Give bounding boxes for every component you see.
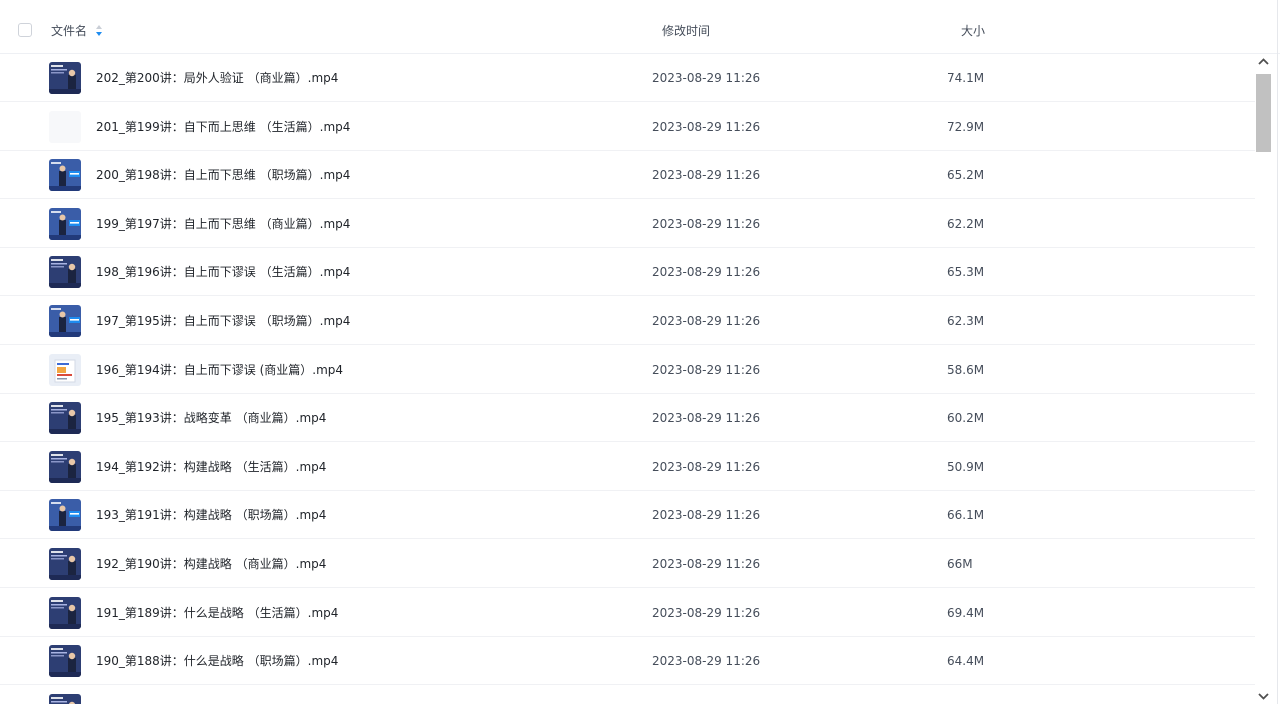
file-modified-time: 2023-08-29 11:26	[652, 168, 761, 183]
file-row[interactable]: 191_第189讲：什么是战略 （生活篇）.mp4 2023-08-29 11:2…	[0, 589, 1255, 637]
file-modified-time: 2023-08-29 11:26	[652, 605, 761, 620]
file-list: 202_第200讲：局外人验证 （商业篇）.mp4 2023-08-29 11:2…	[0, 54, 1255, 704]
file-modified-time: 2023-08-29 11:26	[652, 654, 761, 669]
file-size: 58.6M	[947, 362, 985, 377]
file-row[interactable]: 193_第191讲：构建战略 （职场篇）.mp4 2023-08-29 11:26…	[0, 491, 1255, 540]
file-size: 74.1M	[947, 71, 985, 85]
video-thumbnail[interactable]	[49, 548, 81, 580]
file-modified-time: 2023-08-29 11:26	[652, 362, 761, 377]
sort-icon[interactable]	[94, 23, 104, 39]
video-thumbnail[interactable]	[49, 110, 81, 143]
file-name[interactable]: 201_第199讲：自下而上思维 （生活篇）.mp4	[96, 119, 350, 135]
column-header-size[interactable]: 大小	[961, 23, 985, 39]
video-thumbnail[interactable]	[49, 645, 81, 678]
file-name[interactable]: 200_第198讲：自上而下思维 （职场篇）.mp4	[96, 167, 350, 183]
file-size: 60.2M	[947, 411, 985, 426]
vertical-scrollbar[interactable]	[1255, 54, 1272, 704]
file-row[interactable]: 200_第198讲：自上而下思维 （职场篇）.mp4 2023-08-29 11:…	[0, 151, 1255, 200]
file-name[interactable]: 192_第190讲：构建战略 （商业篇）.mp4	[96, 556, 326, 572]
chevron-down-icon[interactable]	[1255, 688, 1272, 704]
chevron-up-icon[interactable]	[1255, 54, 1272, 70]
file-name[interactable]: 198_第196讲：自上而下谬误 （生活篇）.mp4	[96, 264, 350, 280]
file-size: 65.3M	[947, 265, 985, 280]
video-thumbnail[interactable]	[49, 402, 81, 435]
file-name[interactable]: 193_第191讲：构建战略 （职场篇）.mp4	[96, 507, 326, 523]
video-thumbnail[interactable]	[49, 256, 81, 289]
file-row[interactable]: 196_第194讲：自上而下谬误 (商业篇）.mp4 2023-08-29 11:…	[0, 346, 1255, 394]
file-modified-time: 2023-08-29 11:26	[652, 411, 761, 426]
file-name[interactable]: 190_第188讲：什么是战略 （职场篇）.mp4	[96, 653, 338, 669]
file-modified-time: 2023-08-29 11:26	[652, 557, 761, 571]
file-size: 72.9M	[947, 119, 985, 134]
column-header-name[interactable]: 文件名	[51, 23, 87, 39]
video-thumbnail[interactable]	[49, 305, 81, 337]
file-row[interactable]: 197_第195讲：自上而下谬误 （职场篇）.mp4 2023-08-29 11:…	[0, 297, 1255, 345]
video-thumbnail[interactable]	[49, 62, 81, 94]
file-modified-time: 2023-08-29 11:26	[652, 508, 761, 523]
select-all-checkbox[interactable]	[18, 23, 32, 37]
file-name[interactable]: 199_第197讲：自上而下思维 （商业篇）.mp4	[96, 216, 350, 232]
file-modified-time: 2023-08-29 11:26	[652, 71, 761, 85]
file-modified-time: 2023-08-29 11:26	[652, 119, 761, 134]
column-header-modified[interactable]: 修改时间	[662, 23, 710, 39]
file-name[interactable]: 195_第193讲：战略变革 （商业篇）.mp4	[96, 410, 326, 426]
file-size: 69.4M	[947, 605, 985, 620]
file-row[interactable]: 195_第193讲：战略变革 （商业篇）.mp4 2023-08-29 11:26…	[0, 394, 1255, 443]
scroll-thumb[interactable]	[1256, 74, 1271, 152]
video-thumbnail[interactable]	[49, 450, 81, 483]
file-size: 66M	[947, 557, 973, 571]
file-list-header: 文件名 修改时间 大小	[0, 0, 1280, 54]
video-thumbnail[interactable]	[49, 596, 81, 629]
video-thumbnail[interactable]	[49, 499, 81, 532]
file-name[interactable]: 197_第195讲：自上而下谬误 （职场篇）.mp4	[96, 313, 350, 329]
file-size: 64.4M	[947, 654, 985, 669]
file-modified-time: 2023-08-29 11:26	[652, 314, 761, 328]
file-name[interactable]: 196_第194讲：自上而下谬误 (商业篇）.mp4	[96, 362, 343, 378]
file-name[interactable]: 194_第192讲：构建战略 （生活篇）.mp4	[96, 459, 326, 475]
file-name[interactable]: 202_第200讲：局外人验证 （商业篇）.mp4	[96, 70, 338, 86]
video-thumbnail[interactable]	[49, 353, 81, 386]
file-row[interactable]: 202_第200讲：局外人验证 （商业篇）.mp4 2023-08-29 11:2…	[0, 54, 1255, 102]
file-row[interactable]: 199_第197讲：自上而下思维 （商业篇）.mp4 2023-08-29 11:…	[0, 200, 1255, 248]
video-thumbnail[interactable]	[49, 693, 81, 704]
file-name[interactable]: 191_第189讲：什么是战略 （生活篇）.mp4	[96, 605, 338, 621]
file-size: 65.2M	[947, 168, 985, 183]
right-edge-divider	[1277, 0, 1278, 704]
file-size: 66.1M	[947, 508, 985, 523]
file-row[interactable]: 190_第188讲：什么是战略 （职场篇）.mp4 2023-08-29 11:2…	[0, 637, 1255, 686]
file-row[interactable]: 198_第196讲：自上而下谬误 （生活篇）.mp4 2023-08-29 11:…	[0, 248, 1255, 297]
file-row[interactable]	[0, 686, 1255, 704]
video-thumbnail[interactable]	[49, 159, 81, 192]
file-size: 62.3M	[947, 314, 985, 328]
file-size: 50.9M	[947, 459, 985, 474]
file-size: 62.2M	[947, 216, 985, 231]
video-thumbnail[interactable]	[49, 207, 81, 240]
file-modified-time: 2023-08-29 11:26	[652, 265, 761, 280]
file-row[interactable]: 192_第190讲：构建战略 （商业篇）.mp4 2023-08-29 11:26…	[0, 540, 1255, 588]
file-modified-time: 2023-08-29 11:26	[652, 459, 761, 474]
file-row[interactable]: 201_第199讲：自下而上思维 （生活篇）.mp4 2023-08-29 11:…	[0, 103, 1255, 151]
file-row[interactable]: 194_第192讲：构建战略 （生活篇）.mp4 2023-08-29 11:26…	[0, 443, 1255, 491]
file-modified-time: 2023-08-29 11:26	[652, 216, 761, 231]
